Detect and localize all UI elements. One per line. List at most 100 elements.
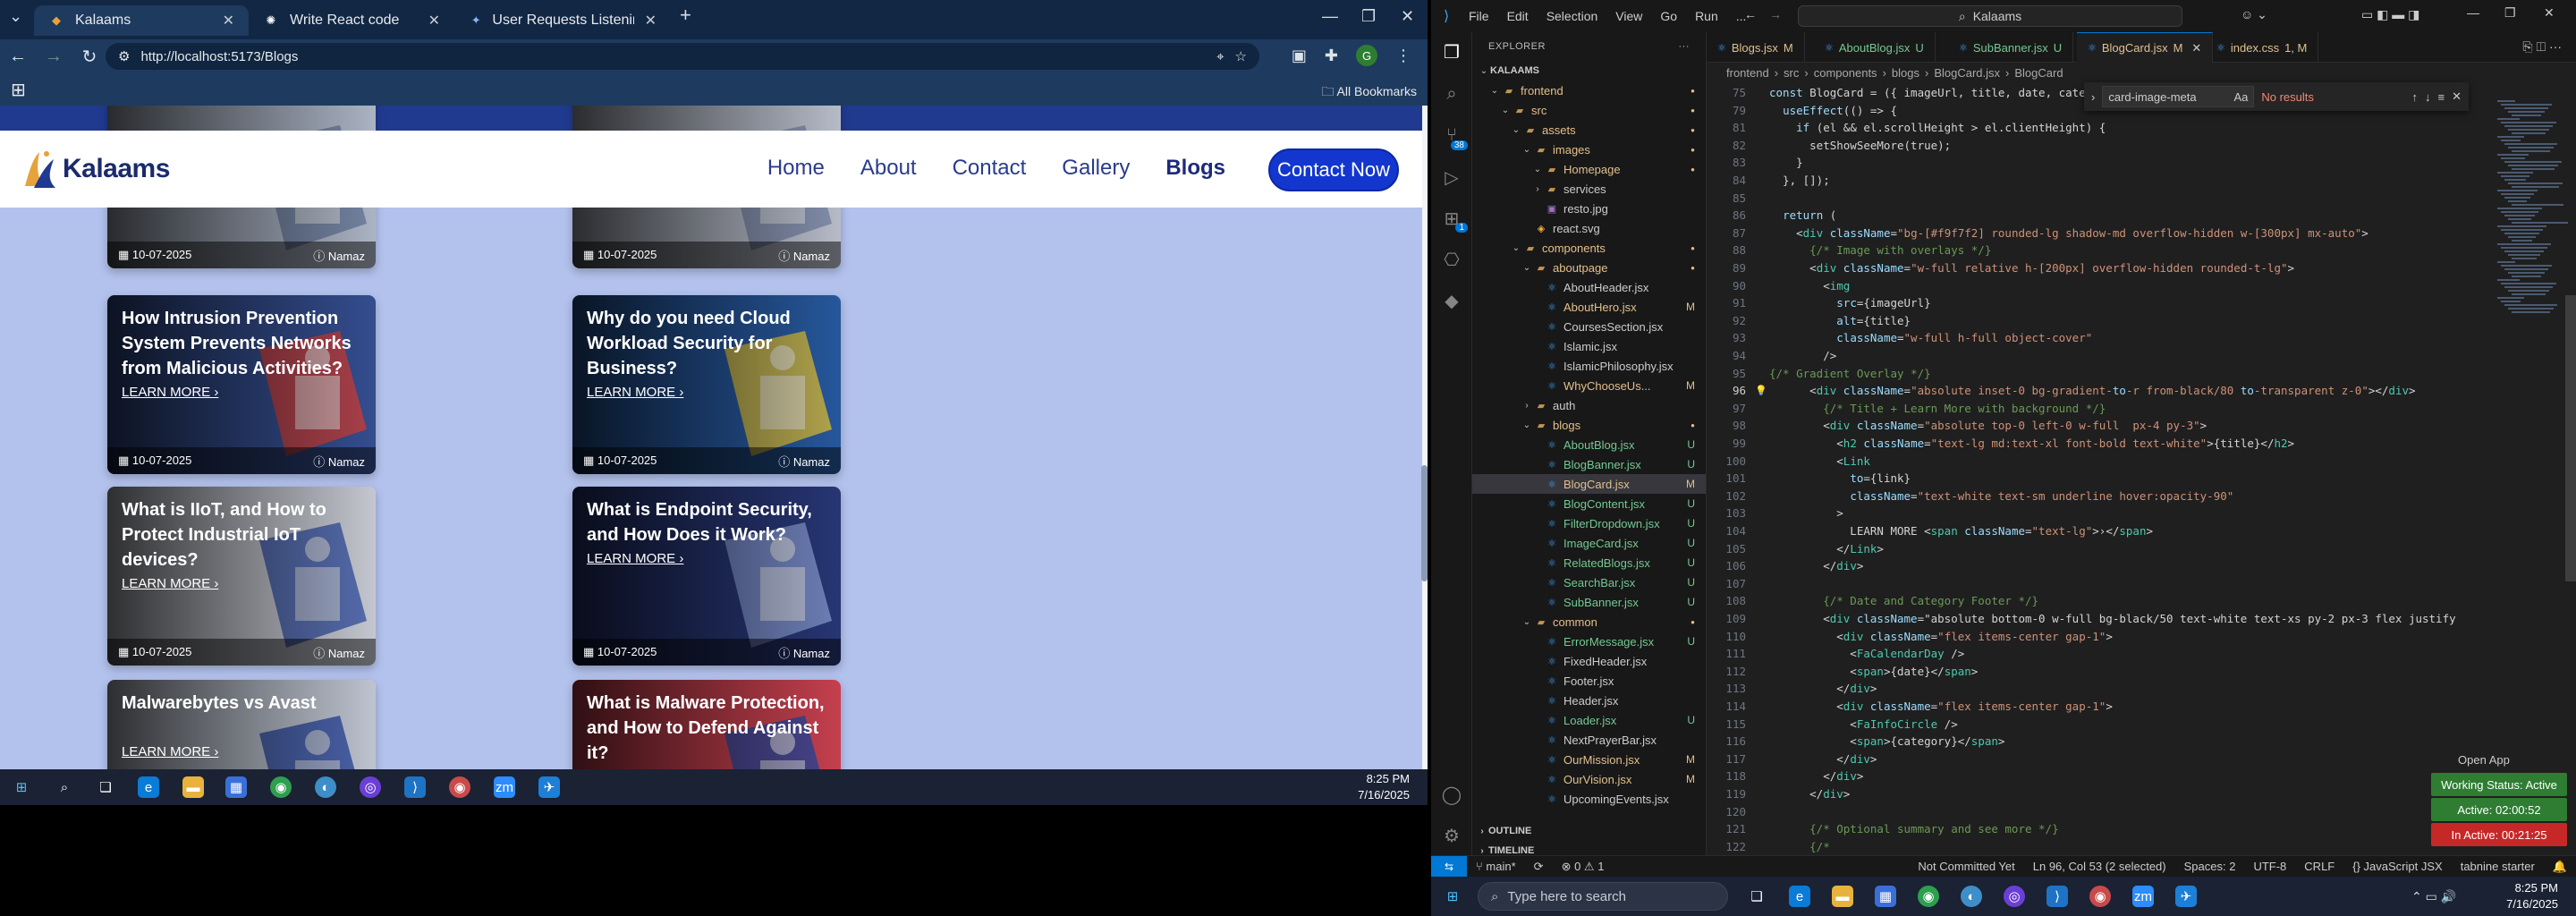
tree-folder[interactable]: ⌄ KALAAMS bbox=[1472, 61, 1706, 81]
nav-forward-icon[interactable]: → bbox=[1769, 7, 1782, 21]
code-line[interactable]: 93 className="w-full h-full object-cover… bbox=[1707, 329, 2494, 346]
code-line[interactable]: 88 {/* Image with overlays */} bbox=[1707, 242, 2494, 259]
code-line[interactable]: 104 LEARN MORE <span className="text-lg"… bbox=[1707, 522, 2494, 539]
menu-item[interactable]: File bbox=[1469, 9, 1489, 23]
tree-file[interactable]: ⚛ BlogCard.jsx M bbox=[1472, 474, 1706, 494]
chrome-icon[interactable]: ◉ bbox=[1918, 886, 1939, 907]
close-icon[interactable]: ✕ bbox=[645, 12, 657, 30]
editor-scrollbar[interactable] bbox=[2565, 295, 2576, 581]
code-line[interactable]: 86 return ( bbox=[1707, 207, 2494, 224]
tree-file[interactable]: ⚛ Islamic.jsx bbox=[1472, 336, 1706, 356]
vscode-icon[interactable]: ⟩ bbox=[404, 776, 426, 798]
page-scrollbar[interactable] bbox=[1421, 465, 1428, 581]
tree-file[interactable]: ⚛ OurVision.jsx M bbox=[1472, 769, 1706, 789]
code-line[interactable]: 97 {/* Title + Learn More with backgroun… bbox=[1707, 400, 2494, 417]
code-line[interactable]: 118 </div> bbox=[1707, 768, 2494, 785]
nav-contact[interactable]: Contact bbox=[953, 156, 1027, 181]
task-view-icon[interactable]: ❏ bbox=[95, 776, 116, 798]
tree-file[interactable]: ⚛ SubBanner.jsx U bbox=[1472, 592, 1706, 612]
cursor-position[interactable]: Ln 96, Col 53 (2 selected) bbox=[2024, 860, 2175, 873]
chrome-profile-icon[interactable]: ◉ bbox=[449, 776, 470, 798]
minimize-icon[interactable]: — bbox=[2467, 5, 2479, 20]
file-explorer-icon[interactable]: ▬ bbox=[182, 776, 204, 798]
nav-blogs[interactable]: Blogs bbox=[1165, 156, 1225, 181]
nav-back-icon[interactable]: ← bbox=[1744, 7, 1757, 21]
blog-card[interactable]: What is IIoT, and How to Protect Industr… bbox=[107, 487, 376, 666]
tree-file[interactable]: ⚛ Footer.jsx bbox=[1472, 671, 1706, 691]
system-clock[interactable]: 8:25 PM 7/16/2025 bbox=[2506, 880, 2558, 912]
vscode-icon[interactable]: ⟩ bbox=[2046, 886, 2068, 907]
manage-gear-icon[interactable]: ⚙ bbox=[1441, 825, 1462, 846]
run-debug-icon[interactable]: ▷ bbox=[1441, 166, 1462, 188]
find-in-selection-icon[interactable]: ≡ bbox=[2438, 90, 2445, 104]
app-launcher-icon[interactable]: ✈ bbox=[2175, 886, 2197, 907]
close-icon[interactable]: ✕ bbox=[223, 12, 234, 30]
copilot-icon[interactable]: ☺ ⌄ bbox=[2241, 7, 2267, 22]
learn-more-link[interactable]: LEARN MORE › bbox=[587, 385, 683, 400]
tree-file[interactable]: ⚛ ErrorMessage.jsx U bbox=[1472, 632, 1706, 651]
task-view-icon[interactable]: ❏ bbox=[1746, 886, 1767, 907]
tree-folder[interactable]: › ▰ auth bbox=[1472, 395, 1706, 415]
editor-tab[interactable]: ⚛ index.css 1, M bbox=[2206, 32, 2319, 63]
app-launcher-icon[interactable]: ✈ bbox=[538, 776, 560, 798]
code-line[interactable]: 90 <img bbox=[1707, 277, 2494, 294]
tree-file[interactable]: ⚛ FixedHeader.jsx bbox=[1472, 651, 1706, 671]
source-control-icon[interactable]: ⑂ 38 bbox=[1441, 125, 1468, 150]
app-icon[interactable]: ◐ bbox=[1961, 886, 1982, 907]
search-icon[interactable]: ⌕ bbox=[1441, 84, 1462, 106]
git-blame-status[interactable]: Not Committed Yet bbox=[1909, 860, 2023, 873]
code-line[interactable]: 95 {/* Gradient Overlay */} bbox=[1707, 365, 2494, 382]
system-clock[interactable]: 8:25 PM 7/16/2025 bbox=[1358, 771, 1410, 803]
tree-file[interactable]: ⚛ Loader.jsx U bbox=[1472, 710, 1706, 730]
editor-tab[interactable]: ⚛ SubBanner.jsx U bbox=[1948, 32, 2074, 63]
menu-item[interactable]: Selection bbox=[1546, 9, 1598, 23]
profile-avatar[interactable]: G bbox=[1356, 45, 1377, 66]
code-line[interactable]: 115 <FaInfoCircle /> bbox=[1707, 716, 2494, 733]
tree-file[interactable]: ⚛ ImageCard.jsx U bbox=[1472, 533, 1706, 553]
code-line[interactable]: 87 <div className="bg-[#f9f7f2] rounded-… bbox=[1707, 225, 2494, 242]
close-window-icon[interactable]: ✕ bbox=[1401, 7, 1414, 26]
code-line[interactable]: 94 /> bbox=[1707, 347, 2494, 364]
blog-card[interactable]: Why do you need Cloud Workload Security … bbox=[572, 295, 841, 474]
apps-grid-icon[interactable]: ⊞ bbox=[11, 79, 26, 101]
forward-icon[interactable]: → bbox=[36, 47, 72, 67]
code-line[interactable]: 91 src={imageUrl} bbox=[1707, 294, 2494, 311]
tree-file[interactable]: ⚛ AboutBlog.jsx U bbox=[1472, 435, 1706, 454]
tabnine-status[interactable]: tabnine starter bbox=[2452, 860, 2544, 873]
blog-card[interactable]: What is Malware Protection, and How to D… bbox=[572, 680, 841, 769]
system-tray-icons[interactable]: ⌃ ▭ 🔊 bbox=[2411, 889, 2456, 904]
branch-status[interactable]: ⑂ main* bbox=[1467, 860, 1525, 873]
code-line[interactable]: 109 <div className="absolute bottom-0 w-… bbox=[1707, 610, 2494, 627]
nav-home[interactable]: Home bbox=[767, 156, 825, 181]
code-line[interactable]: 110 <div className="flex items-center ga… bbox=[1707, 628, 2494, 645]
toggle-replace-icon[interactable]: › bbox=[2091, 90, 2095, 104]
problems-status[interactable]: ⊗ 0 ⚠ 1 bbox=[1553, 860, 1614, 874]
back-icon[interactable]: ← bbox=[0, 47, 36, 67]
code-line[interactable]: 108 {/* Date and Category Footer */} bbox=[1707, 592, 2494, 609]
chrome-profile-icon[interactable]: ◉ bbox=[2089, 886, 2111, 907]
menu-kebab-icon[interactable]: ⋮ bbox=[1395, 47, 1411, 65]
breadcrumb-segment[interactable]: BlogCard bbox=[2014, 66, 2063, 80]
tab-write-react-code[interactable]: ✺ Write React code ✕ bbox=[249, 5, 454, 36]
restore-icon[interactable]: ❐ bbox=[1361, 7, 1376, 26]
store-icon[interactable]: ▦ bbox=[1875, 886, 1896, 907]
code-line[interactable]: 114 <div className="flex items-center ga… bbox=[1707, 698, 2494, 715]
close-find-icon[interactable]: ✕ bbox=[2452, 89, 2462, 104]
site-info-icon[interactable]: ⚙ bbox=[118, 48, 130, 64]
encoding[interactable]: UTF-8 bbox=[2244, 860, 2295, 873]
github-desktop-icon[interactable]: ◎ bbox=[360, 776, 381, 798]
menu-item[interactable]: Run bbox=[1695, 9, 1718, 23]
code-line[interactable]: 117 </div> bbox=[1707, 751, 2494, 768]
indentation[interactable]: Spaces: 2 bbox=[2175, 860, 2245, 873]
breadcrumb-segment[interactable]: BlogCard.jsx bbox=[1934, 66, 2000, 80]
extensions-puzzle-icon[interactable]: ✚ bbox=[1325, 47, 1338, 65]
tree-file[interactable]: ⚛ NextPrayerBar.jsx bbox=[1472, 730, 1706, 750]
blog-card[interactable]: What is Endpoint Security, and How Does … bbox=[572, 487, 841, 666]
chrome-icon[interactable]: ◉ bbox=[270, 776, 292, 798]
learn-more-link[interactable]: LEARN MORE › bbox=[587, 551, 683, 566]
code-line[interactable]: 105 </Link> bbox=[1707, 540, 2494, 557]
code-line[interactable]: 89 <div className="w-full relative h-[20… bbox=[1707, 259, 2494, 276]
tree-file[interactable]: ▣ resto.jpg bbox=[1472, 199, 1706, 218]
contact-now-button[interactable]: Contact Now bbox=[1268, 148, 1399, 191]
tree-file[interactable]: ⚛ CoursesSection.jsx bbox=[1472, 317, 1706, 336]
